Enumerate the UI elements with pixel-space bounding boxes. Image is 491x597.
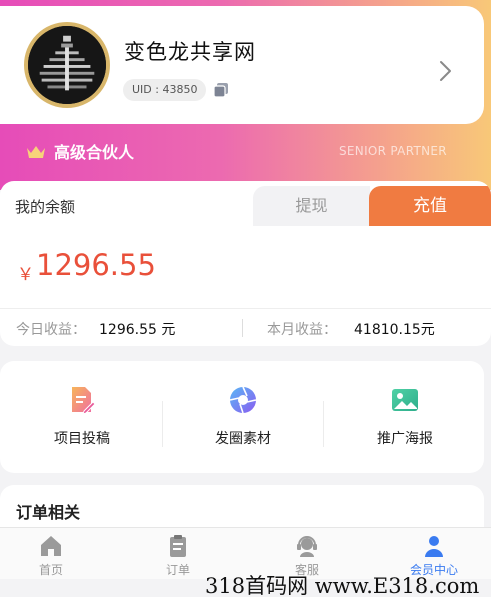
currency-symbol: ￥ <box>17 265 34 285</box>
tab-home[interactable]: 首页 <box>0 528 112 580</box>
membership-row: 高级合伙人 SENIOR PARTNER <box>0 135 491 169</box>
home-icon <box>41 536 61 556</box>
tool-divider <box>323 401 324 447</box>
user-name: 变色龙共享网 <box>124 40 256 64</box>
tab-label: 首页 <box>38 563 63 577</box>
tools-card: 项目投稿 发圈素材 推广海报 <box>0 361 484 473</box>
crown-icon <box>27 146 45 158</box>
aperture-icon <box>229 386 257 414</box>
chevron-right-icon[interactable] <box>436 58 454 84</box>
member-level: 高级合伙人 <box>54 143 135 162</box>
clipboard-icon <box>170 535 186 557</box>
document-edit-icon <box>72 387 96 415</box>
tool-divider <box>162 401 163 447</box>
tool-label: 推广海报 <box>377 431 433 447</box>
month-earnings-value: 41810.15元 <box>354 322 435 338</box>
balance-title: 我的余额 <box>15 198 76 216</box>
avatar-image <box>28 26 106 104</box>
uid-badge: UID : 43850 <box>123 79 207 101</box>
tool-project-submit[interactable]: 项目投稿 <box>22 381 142 461</box>
headset-icon <box>297 536 317 557</box>
today-earnings-label: 今日收益： <box>16 322 86 338</box>
watermark: 318首码网 www.E318.com <box>205 574 480 597</box>
tool-label: 项目投稿 <box>54 431 110 447</box>
stats-divider <box>242 319 243 337</box>
tool-label: 发圈素材 <box>215 431 271 447</box>
image-icon <box>392 389 418 411</box>
balance-amount: 1296.55 <box>36 248 156 282</box>
month-earnings-label: 本月收益： <box>267 322 337 338</box>
profile-card[interactable]: 变色龙共享网 UID : 43850 <box>0 6 484 124</box>
balance-card: 我的余额 提现 充值 ￥ 1296.55 今日收益： 1296.55 元 本月收… <box>0 181 491 346</box>
orders-title: 订单相关 <box>16 503 81 522</box>
avatar[interactable] <box>24 22 110 108</box>
divider <box>0 308 491 309</box>
tool-share-material[interactable]: 发圈素材 <box>183 381 303 461</box>
recharge-button[interactable]: 充值 <box>369 186 491 226</box>
copy-icon[interactable] <box>212 81 230 99</box>
tool-promo-poster[interactable]: 推广海报 <box>345 381 465 461</box>
withdraw-button[interactable]: 提现 <box>253 186 370 226</box>
member-level-english: SENIOR PARTNER <box>339 144 447 158</box>
user-icon <box>425 536 443 557</box>
today-earnings-value: 1296.55 元 <box>99 322 176 338</box>
